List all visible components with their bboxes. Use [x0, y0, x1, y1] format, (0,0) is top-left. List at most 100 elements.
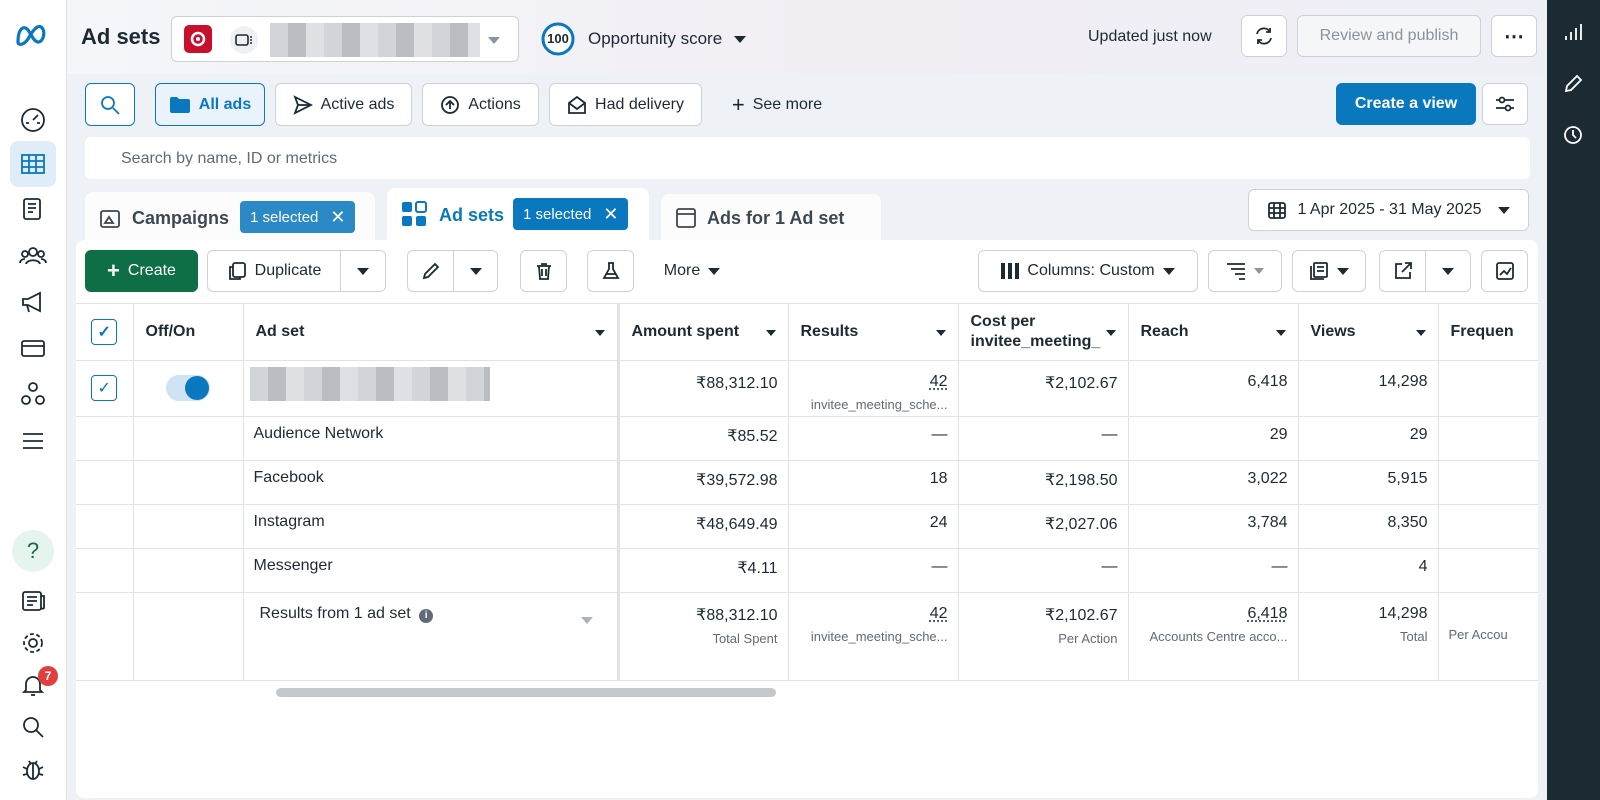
search-input[interactable]: Search by name, ID or metrics [121, 150, 337, 168]
edit-dropdown[interactable] [453, 250, 498, 292]
audiences-icon[interactable] [10, 233, 56, 279]
ab-test-button[interactable] [587, 250, 634, 292]
cell-cost-per: — [958, 548, 1129, 593]
tab-ads[interactable]: Ads for 1 Ad set [661, 194, 881, 242]
ads-manager-table-icon[interactable] [10, 141, 56, 187]
cell-views: 8,350 [1298, 504, 1439, 549]
news-icon[interactable] [10, 578, 56, 624]
filter-all-ads[interactable]: All ads [155, 83, 265, 126]
see-more-button[interactable]: + See more [712, 83, 842, 126]
upload-circle-icon [441, 95, 460, 114]
ad-sets-grid-icon [402, 201, 427, 226]
ad-set-name-cell[interactable] [243, 360, 620, 417]
overview-gauge-icon[interactable] [10, 96, 56, 142]
reports-icon [1310, 262, 1328, 280]
tab-ad-sets[interactable]: Ad sets 1 selected ✕ [387, 188, 649, 242]
column-header-cost-per[interactable]: Cost per invitee_meeting_ [958, 304, 1129, 361]
filter-active-ads[interactable]: Active ads [275, 83, 412, 126]
reports-button[interactable] [1292, 250, 1366, 292]
filter-had-delivery[interactable]: Had delivery [549, 83, 702, 126]
duplicate-button[interactable]: Duplicate [207, 250, 341, 292]
summary-reach-value[interactable]: 6,418 [1247, 605, 1287, 622]
chevron-down-icon [708, 267, 721, 275]
column-header-frequency[interactable]: Frequen [1438, 304, 1538, 361]
report-bug-icon[interactable] [10, 746, 56, 792]
meta-logo-icon[interactable] [14, 22, 50, 48]
summary-results-value[interactable]: 42 [930, 605, 948, 622]
opportunity-score[interactable]: 100 Opportunity score [540, 20, 747, 58]
column-header-off-on[interactable]: Off/On [133, 304, 244, 361]
export-button[interactable] [1379, 250, 1426, 292]
refresh-icon [1256, 27, 1272, 45]
tab-campaigns[interactable]: Campaigns 1 selected ✕ [85, 192, 375, 242]
column-header-amount-spent[interactable]: Amount spent [618, 304, 789, 361]
summary-cost-per: ₹2,102.67 Per Action [958, 592, 1129, 681]
all-tools-menu-icon[interactable] [10, 418, 56, 464]
more-options-button[interactable]: ⋯ [1491, 15, 1537, 57]
duplicate-dropdown[interactable] [340, 250, 386, 292]
export-dropdown[interactable] [1425, 250, 1471, 292]
chevron-down-icon [488, 37, 500, 44]
cell-reach: 29 [1128, 416, 1299, 461]
row-empty-cell [133, 416, 244, 461]
summary-results: 42 invitee_meeting_sche... [788, 592, 959, 681]
close-icon[interactable]: ✕ [330, 207, 345, 228]
search-icon[interactable] [10, 704, 56, 750]
pages-icon[interactable] [10, 186, 56, 232]
cell-cost-per: ₹2,027.06 [958, 504, 1129, 549]
horizontal-scrollbar[interactable] [276, 688, 776, 697]
results-value[interactable]: 42 [930, 373, 948, 390]
settings-gear-icon[interactable] [10, 620, 56, 666]
summary-label-cell[interactable]: Results from 1 ad set i [243, 592, 620, 681]
columns-selector[interactable]: Columns: Custom [978, 250, 1198, 292]
charts-button[interactable] [1481, 250, 1528, 292]
create-view-button[interactable]: Create a view [1336, 83, 1476, 125]
ad-set-on-off-toggle[interactable] [166, 375, 210, 401]
business-suite-icon[interactable] [10, 371, 56, 417]
charts-bars-icon[interactable] [1559, 18, 1587, 46]
column-header-views[interactable]: Views [1298, 304, 1439, 361]
create-button[interactable]: + Create [85, 250, 198, 292]
breakdown-button[interactable] [1208, 250, 1282, 292]
row-checkbox[interactable]: ✓ [91, 375, 118, 401]
row-select-cell: ✓ [76, 360, 134, 417]
billing-card-icon[interactable] [10, 325, 56, 371]
close-icon[interactable]: ✕ [603, 204, 618, 225]
summary-cost-per-value: ₹2,102.67 [1045, 606, 1118, 624]
column-header-ad-set[interactable]: Ad set [243, 304, 620, 361]
column-header-ad-set-label: Ad set [255, 322, 305, 340]
summary-row: Results from 1 ad set i ₹88,312.10 Total … [76, 592, 1538, 681]
edit-button[interactable] [407, 250, 454, 292]
view-settings-button[interactable] [1482, 83, 1528, 125]
cell-views: 29 [1298, 416, 1439, 461]
search-bar[interactable]: Search by name, ID or metrics [85, 137, 1530, 179]
column-header-results[interactable]: Results [788, 304, 959, 361]
filter-actions[interactable]: Actions [422, 83, 539, 126]
cell-reach: 6,418 [1128, 360, 1299, 417]
edit-pencil-icon[interactable] [1559, 70, 1587, 98]
search-toggle-button[interactable] [85, 83, 135, 126]
tab-ads-label: Ads for 1 Ad set [707, 208, 845, 228]
campaign-megaphone-icon[interactable] [10, 279, 56, 325]
cell-reach: 3,784 [1128, 504, 1299, 549]
row-empty-cell [76, 416, 134, 461]
column-header-reach[interactable]: Reach [1128, 304, 1299, 361]
review-and-publish-button[interactable]: Review and publish [1297, 15, 1481, 57]
summary-amount-spent-value: ₹88,312.10 [696, 606, 778, 624]
delete-button[interactable] [520, 250, 567, 292]
check-icon: ✓ [97, 380, 111, 397]
more-menu-button[interactable]: More [647, 250, 737, 292]
history-clock-icon[interactable] [1559, 121, 1587, 149]
row-empty-cell [133, 548, 244, 593]
ad-sets-selected-badge[interactable]: 1 selected ✕ [513, 198, 629, 230]
filter-all-ads-label: All ads [198, 95, 252, 113]
select-all-checkbox[interactable]: ✓ [91, 318, 118, 345]
chevron-down-icon [1442, 267, 1454, 275]
table-row[interactable]: ✓ ₹88,312.10 42 invitee_meeting_sche... ₹… [76, 360, 1538, 417]
ad-window-icon [676, 208, 696, 228]
refresh-button[interactable] [1241, 15, 1287, 57]
campaigns-selected-badge[interactable]: 1 selected ✕ [240, 201, 356, 233]
help-icon[interactable]: ? [12, 530, 54, 572]
account-selector[interactable] [171, 16, 519, 62]
date-range-picker[interactable]: 1 Apr 2025 - 31 May 2025 [1248, 189, 1529, 231]
